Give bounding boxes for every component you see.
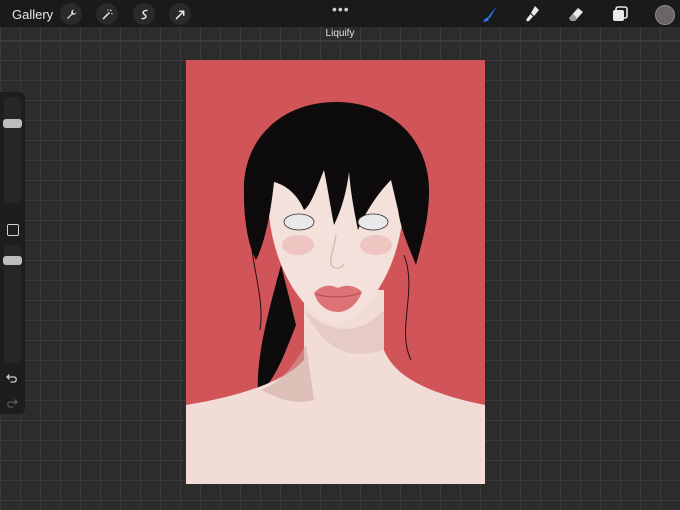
- more-options-button[interactable]: •••: [332, 1, 350, 17]
- eraser-icon[interactable]: [566, 4, 586, 24]
- color-picker-button[interactable]: [655, 5, 675, 25]
- opacity-slider[interactable]: [3, 245, 22, 363]
- selection-button[interactable]: [133, 3, 155, 25]
- left-sidebar: [0, 92, 25, 414]
- mode-divider: [0, 41, 680, 42]
- liquify-mode-label: Liquify: [325, 28, 355, 39]
- brush-size-handle[interactable]: [3, 119, 22, 128]
- actions-button[interactable]: [60, 3, 82, 25]
- adjustments-button[interactable]: [96, 3, 118, 25]
- selection-icon: [140, 9, 148, 19]
- left-blush: [282, 235, 314, 255]
- wrench-icon: [66, 9, 76, 19]
- brush-size-slider[interactable]: [3, 97, 22, 203]
- undo-icon[interactable]: [5, 371, 19, 385]
- opacity-handle[interactable]: [3, 256, 22, 265]
- magic-wand-icon: [102, 8, 113, 19]
- transform-button[interactable]: [169, 3, 191, 25]
- right-blush: [360, 235, 392, 255]
- transform-arrow-icon: [175, 10, 184, 19]
- gallery-button[interactable]: Gallery: [12, 7, 53, 22]
- left-eye: [283, 213, 315, 231]
- smudge-icon[interactable]: [523, 4, 543, 24]
- top-toolbar: Gallery •••: [0, 0, 680, 27]
- layers-icon[interactable]: [610, 4, 630, 24]
- redo-icon[interactable]: [5, 396, 19, 410]
- drawing-canvas[interactable]: [186, 60, 485, 484]
- brush-icon[interactable]: [480, 4, 500, 24]
- modify-square-icon[interactable]: [7, 224, 19, 236]
- portrait-artwork: [186, 102, 485, 484]
- right-eye: [357, 213, 389, 231]
